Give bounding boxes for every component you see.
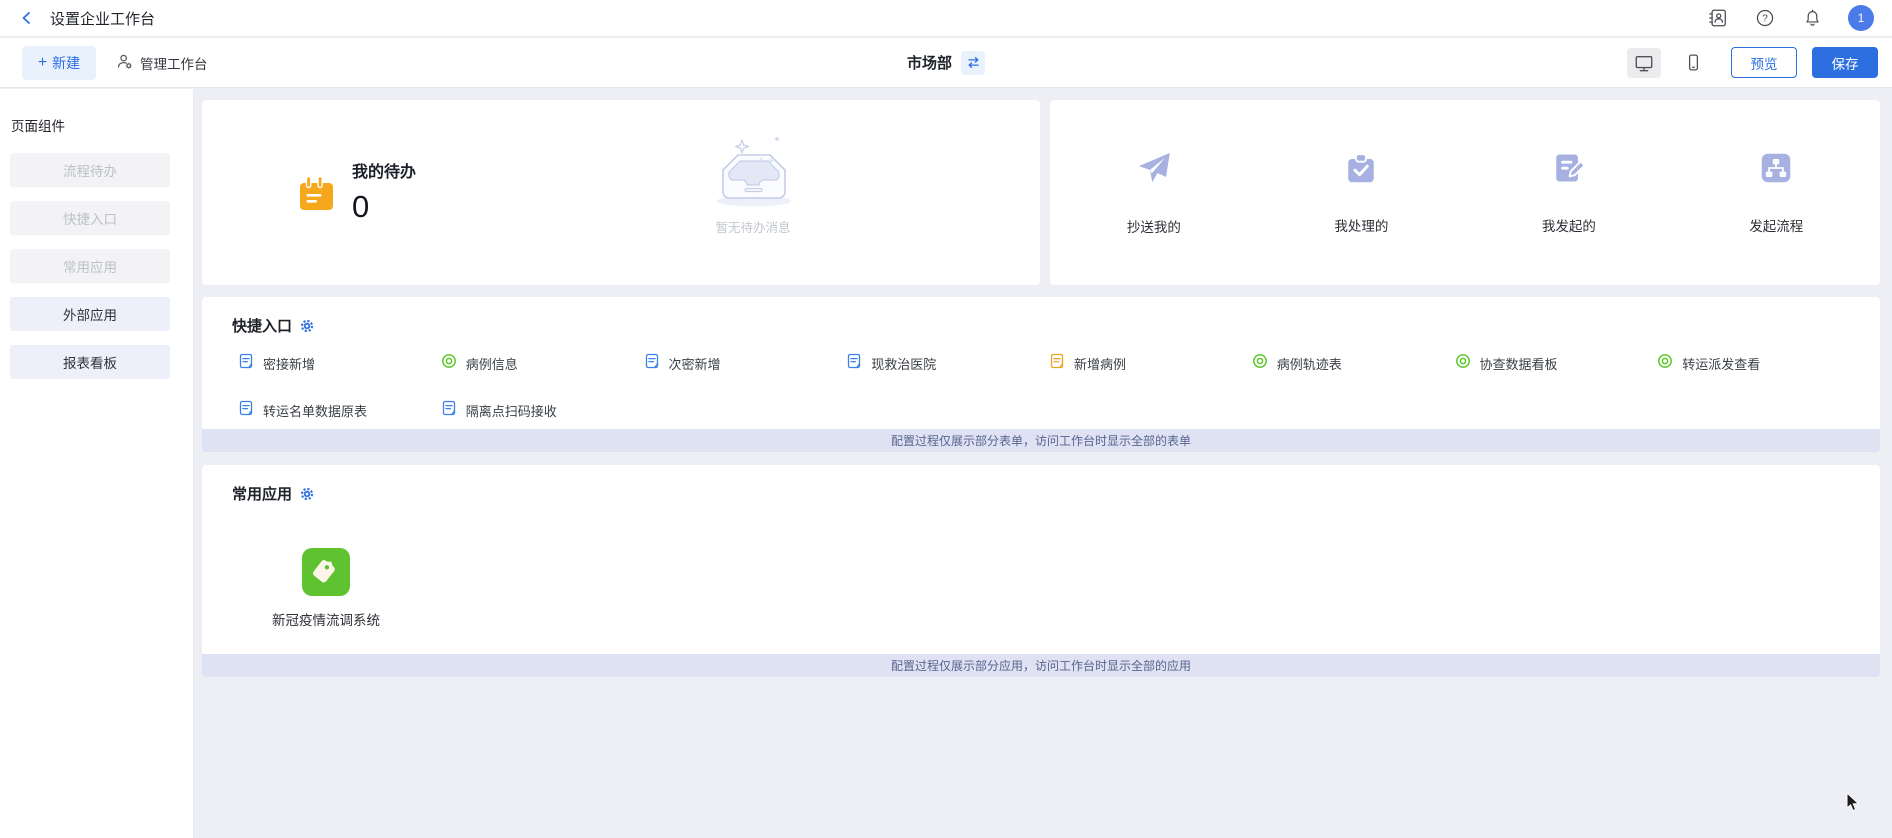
gear-icon[interactable] bbox=[300, 487, 314, 501]
flow-item-label: 发起流程 bbox=[1749, 215, 1803, 235]
help-icon[interactable]: ? bbox=[1754, 7, 1776, 29]
sidebar-title: 页面组件 bbox=[11, 115, 193, 135]
shortcut-item[interactable]: 病例信息 bbox=[441, 353, 644, 374]
shortcut-item[interactable]: 新增病例 bbox=[1049, 353, 1252, 374]
top-header: 设置企业工作台 ? bbox=[0, 0, 1892, 37]
bell-icon[interactable] bbox=[1801, 7, 1823, 29]
paper-plane-icon bbox=[1135, 149, 1173, 192]
flow-item-handled-by-me[interactable]: 我处理的 bbox=[1258, 100, 1465, 285]
svg-text:?: ? bbox=[1762, 14, 1768, 25]
editor-toolbar: + 新建 管理工作台 市场部 bbox=[0, 38, 1892, 88]
sitemap-icon bbox=[1758, 150, 1794, 191]
back-icon[interactable] bbox=[16, 7, 38, 29]
doc-blue-icon bbox=[644, 353, 660, 374]
quick-entry-title: 快捷入口 bbox=[232, 315, 292, 336]
shortcut-item[interactable]: 协查数据看板 bbox=[1455, 353, 1658, 374]
flow-actions-card: 抄送我的 我处理的 bbox=[1050, 100, 1880, 285]
page-title: 设置企业工作台 bbox=[50, 8, 155, 29]
target-green-icon bbox=[1455, 353, 1471, 374]
mobile-view-button[interactable] bbox=[1676, 48, 1710, 78]
clipboard-check-icon bbox=[1343, 150, 1379, 191]
doc-edit-icon bbox=[1551, 150, 1587, 191]
sidebar-item-common-apps: 常用应用 bbox=[10, 249, 170, 283]
shortcut-item[interactable]: 病例轨迹表 bbox=[1252, 353, 1455, 374]
shortcut-item[interactable]: 转运名单数据原表 bbox=[238, 400, 441, 421]
my-todo-card: 我的待办 0 bbox=[202, 100, 1040, 285]
flow-item-label: 我处理的 bbox=[1334, 215, 1388, 235]
sidebar-item-process-todo: 流程待办 bbox=[10, 153, 170, 187]
app-item-label: 新冠疫情流调系统 bbox=[272, 609, 380, 629]
workspace-switcher: 市场部 bbox=[907, 51, 985, 75]
manage-workspace-label: 管理工作台 bbox=[140, 53, 208, 73]
sidebar-item-quick-entry: 快捷入口 bbox=[10, 201, 170, 235]
contacts-icon[interactable] bbox=[1707, 7, 1729, 29]
doc-yellow-icon bbox=[1049, 353, 1065, 374]
quick-entry-section: 快捷入口 密接新增 病例信息 bbox=[202, 297, 1880, 452]
doc-blue-icon bbox=[846, 353, 862, 374]
avatar[interactable]: 1 bbox=[1848, 5, 1874, 31]
doc-blue-icon bbox=[238, 400, 254, 421]
doc-blue-icon bbox=[441, 400, 457, 421]
gear-icon[interactable] bbox=[300, 319, 314, 333]
common-apps-section: 常用应用 bbox=[202, 465, 1880, 677]
target-green-icon bbox=[1657, 353, 1673, 374]
doc-blue-icon bbox=[238, 353, 254, 374]
shortcut-item[interactable]: 现救治医院 bbox=[846, 353, 1049, 374]
todo-empty-state: 暂无待办消息 bbox=[667, 134, 839, 236]
app-item[interactable]: 新冠疫情流调系统 bbox=[266, 548, 386, 629]
calendar-todo-icon bbox=[298, 176, 336, 225]
flow-item-cc-me[interactable]: 抄送我的 bbox=[1050, 100, 1257, 285]
target-green-icon bbox=[1252, 353, 1268, 374]
components-sidebar: 页面组件 流程待办 快捷入口 常用应用 外部应用 报表看板 bbox=[0, 89, 194, 838]
apps-notice-bar: 配置过程仅展示部分应用，访问工作台时显示全部的应用 bbox=[202, 654, 1880, 677]
flow-item-label: 抄送我的 bbox=[1127, 216, 1181, 236]
common-apps-title: 常用应用 bbox=[232, 483, 292, 504]
flow-item-initiated-by-me[interactable]: 我发起的 bbox=[1465, 100, 1672, 285]
save-button[interactable]: 保存 bbox=[1812, 47, 1878, 78]
shortcut-item[interactable]: 转运派发查看 bbox=[1657, 353, 1860, 374]
workspace-editor-page: 设置企业工作台 ? bbox=[0, 0, 1892, 838]
new-button[interactable]: + 新建 bbox=[22, 46, 96, 80]
manage-workspace-button[interactable]: 管理工作台 bbox=[116, 53, 208, 73]
empty-inbox-illustration bbox=[705, 195, 801, 212]
target-green-icon bbox=[441, 353, 457, 374]
shortcut-item[interactable]: 次密新增 bbox=[644, 353, 847, 374]
flow-item-label: 我发起的 bbox=[1542, 215, 1596, 235]
sidebar-item-external-apps[interactable]: 外部应用 bbox=[10, 297, 170, 331]
workspace-name: 市场部 bbox=[907, 52, 952, 73]
user-gear-icon bbox=[116, 53, 133, 73]
swap-workspace-icon[interactable] bbox=[961, 51, 985, 75]
quick-entry-grid: 密接新增 病例信息 次密新增 现救治医院 新增病例 bbox=[202, 336, 1880, 421]
sidebar-item-report-board[interactable]: 报表看板 bbox=[10, 345, 170, 379]
todo-count: 0 bbox=[352, 189, 416, 225]
tag-app-icon bbox=[302, 548, 350, 596]
desktop-view-button[interactable] bbox=[1627, 48, 1661, 78]
preview-button[interactable]: 预览 bbox=[1731, 47, 1797, 78]
shortcut-item[interactable]: 隔离点扫码接收 bbox=[441, 400, 644, 421]
canvas-area: 我的待办 0 bbox=[195, 89, 1892, 838]
shortcut-item[interactable]: 密接新增 bbox=[238, 353, 441, 374]
flow-item-start-process[interactable]: 发起流程 bbox=[1673, 100, 1880, 285]
todo-title: 我的待办 bbox=[352, 158, 416, 182]
plus-icon: + bbox=[38, 55, 47, 71]
todo-empty-text: 暂无待办消息 bbox=[667, 217, 839, 236]
forms-notice-bar: 配置过程仅展示部分表单，访问工作台时显示全部的表单 bbox=[202, 429, 1880, 452]
